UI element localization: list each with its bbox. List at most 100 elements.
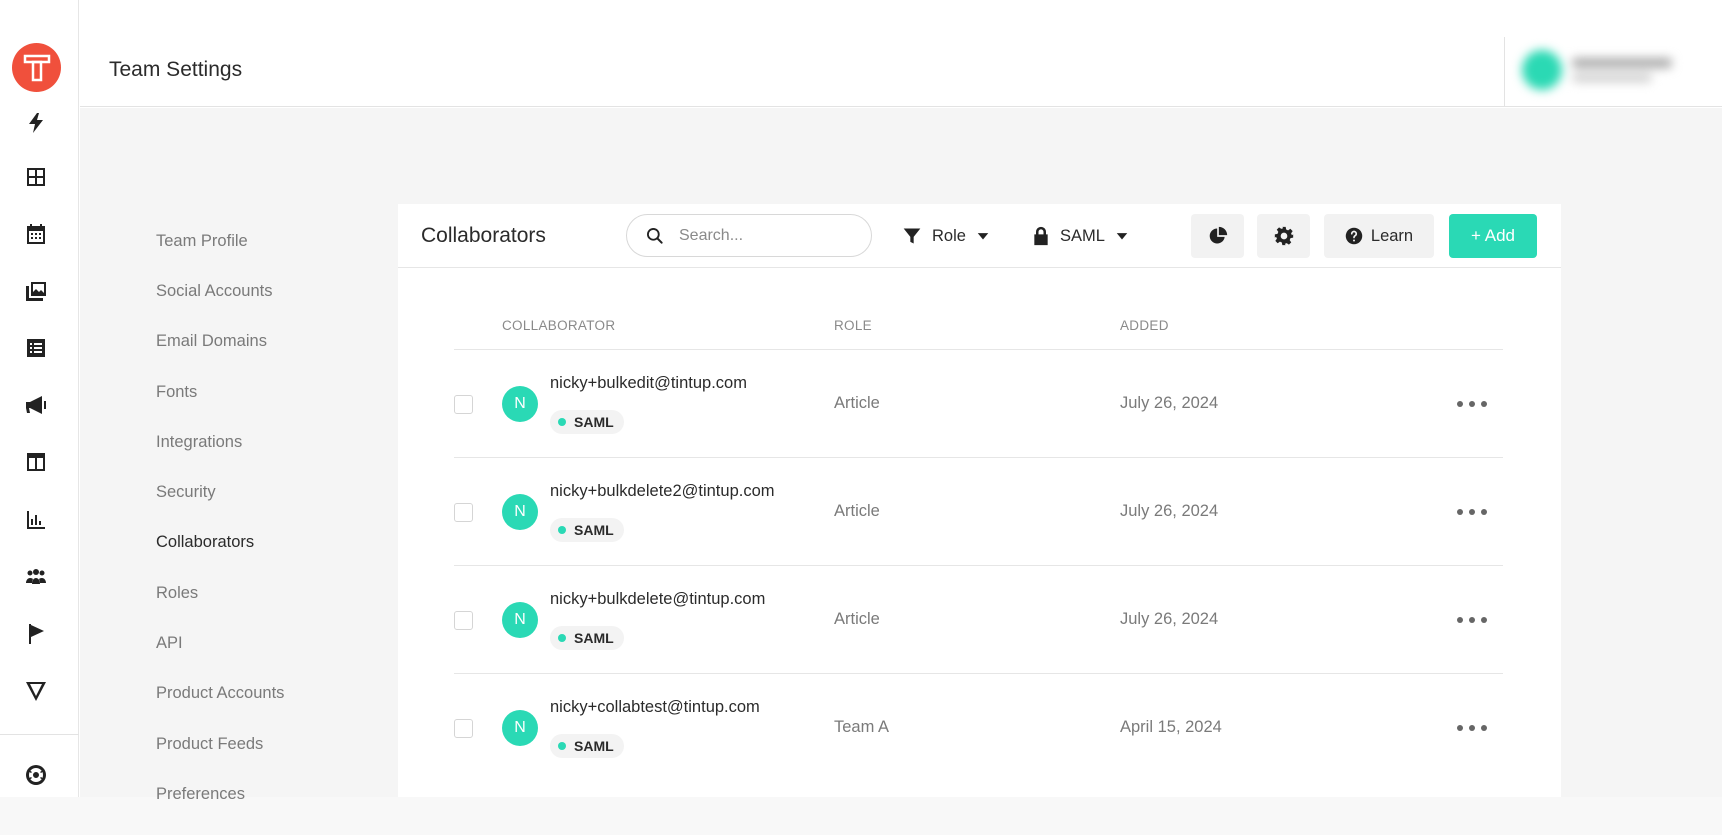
table-row: Nnicky+bulkdelete@tintup.com SAML Article J… [454,566,1503,674]
row-checkbox[interactable] [454,611,473,630]
collaborators-table: COLLABORATOR ROLE ADDED Nnicky+bulkedit@… [454,304,1503,782]
row-checkbox[interactable] [454,503,473,522]
nav-integrations[interactable]: Integrations [156,417,376,467]
nav-preferences[interactable]: Preferences [156,769,376,819]
saml-filter-dropdown[interactable]: SAML [1032,220,1129,252]
learn-label: Learn [1370,226,1414,245]
app-sidebar [0,0,79,797]
badge-label: SAML [574,738,614,754]
panel-toolbar: Collaborators Role SAML Learn + Add [398,204,1561,268]
caret-down-icon [1116,233,1128,240]
megaphone-icon[interactable] [22,391,50,419]
page-title: Team Settings [109,58,243,81]
saml-badge: SAML [550,410,624,434]
collaborator-role: Article [834,610,880,628]
saml-badge: SAML [550,518,624,542]
user-menu[interactable] [1522,47,1712,93]
badge-label: SAML [574,630,614,646]
table-row: Nnicky+bulkdelete2@tintup.com SAML Article… [454,458,1503,566]
column-header-collaborator: COLLABORATOR [502,318,616,333]
nav-roles[interactable]: Roles [156,568,376,618]
avatar: N [502,494,538,530]
more-options-icon[interactable] [1457,718,1487,738]
collaborator-role: Team A [834,718,890,736]
row-checkbox[interactable] [454,719,473,738]
team-icon[interactable] [22,563,50,591]
table-row: Nnicky+bulkedit@tintup.com SAML Article Jul… [454,350,1503,458]
nav-product-feeds[interactable]: Product Feeds [156,719,376,769]
badge-label: SAML [574,522,614,538]
saml-badge: SAML [550,626,624,650]
collaborator-email: nicky+bulkedit@tintup.com [550,374,747,392]
nav-team-profile[interactable]: Team Profile [156,216,376,266]
chart-button[interactable] [1191,214,1244,258]
nav-email-domains[interactable]: Email Domains [156,317,376,367]
caret-down-icon [977,233,989,240]
avatar: N [502,710,538,746]
status-dot-icon [558,526,566,534]
collaborator-email: nicky+collabtest@tintup.com [550,698,760,716]
gear-icon [1274,226,1293,246]
collaborator-email: nicky+bulkdelete@tintup.com [550,590,766,608]
role-filter-dropdown[interactable]: Role [902,220,990,252]
lock-icon [1034,226,1048,246]
learn-button[interactable]: Learn [1324,214,1434,258]
header-divider [1504,37,1505,107]
nav-collaborators[interactable]: Collaborators [156,518,376,568]
list-icon[interactable] [22,334,50,362]
grid-icon[interactable] [22,163,50,191]
flag-icon[interactable] [22,620,50,648]
panel-title: Collaborators [421,224,546,247]
media-library-icon[interactable] [22,277,50,305]
nav-fonts[interactable]: Fonts [156,367,376,417]
collaborator-added-date: July 26, 2024 [1120,610,1219,628]
role-filter-label: Role [932,226,966,245]
table-header: COLLABORATOR ROLE ADDED [454,304,1503,350]
collaborator-role: Article [834,394,880,412]
badge-label: SAML [574,414,614,430]
logo-t-icon [23,54,50,81]
add-collaborator-button[interactable]: + Add [1449,214,1537,258]
top-header: Team Settings [80,0,1722,107]
collaborators-panel: Collaborators Role SAML Learn + Add [398,204,1561,797]
search-icon [647,227,663,244]
more-options-icon[interactable] [1457,394,1487,414]
settings-nav: Team Profile Social Accounts Email Domains… [156,216,376,820]
column-header-added: ADDED [1120,318,1169,333]
bolt-icon[interactable] [22,109,50,137]
saml-badge: SAML [550,734,624,758]
analytics-icon[interactable] [22,506,50,534]
settings-button[interactable] [1257,214,1310,258]
search-input[interactable] [679,226,849,245]
search-box[interactable] [626,214,872,257]
collaborator-added-date: July 26, 2024 [1120,502,1219,520]
collaborator-email: nicky+bulkdelete2@tintup.com [550,482,775,500]
user-info-blurred [1572,58,1672,82]
collaborator-added-date: July 26, 2024 [1120,394,1219,412]
avatar: N [502,386,538,422]
nav-product-accounts[interactable]: Product Accounts [156,669,376,719]
triangle-icon[interactable] [22,677,50,705]
saml-filter-label: SAML [1060,226,1105,245]
status-dot-icon [558,742,566,750]
app-logo[interactable] [12,43,61,92]
nav-social-accounts[interactable]: Social Accounts [156,266,376,316]
column-header-role: ROLE [834,318,872,333]
more-options-icon[interactable] [1457,502,1487,522]
nav-security[interactable]: Security [156,467,376,517]
rail-divider [0,734,79,735]
help-circle-icon [1345,227,1363,245]
help-lifebuoy-icon[interactable] [22,761,50,789]
avatar [1522,50,1562,90]
nav-api[interactable]: API [156,618,376,668]
status-dot-icon [558,634,566,642]
layout-icon[interactable] [22,448,50,476]
table-row: Nnicky+collabtest@tintup.com SAML Team A Ap… [454,674,1503,782]
collaborator-role: Article [834,502,880,520]
pie-chart-icon [1209,226,1227,244]
more-options-icon[interactable] [1457,610,1487,630]
row-checkbox[interactable] [454,395,473,414]
avatar: N [502,602,538,638]
collaborator-added-date: April 15, 2024 [1120,718,1222,736]
calendar-icon[interactable] [22,220,50,248]
